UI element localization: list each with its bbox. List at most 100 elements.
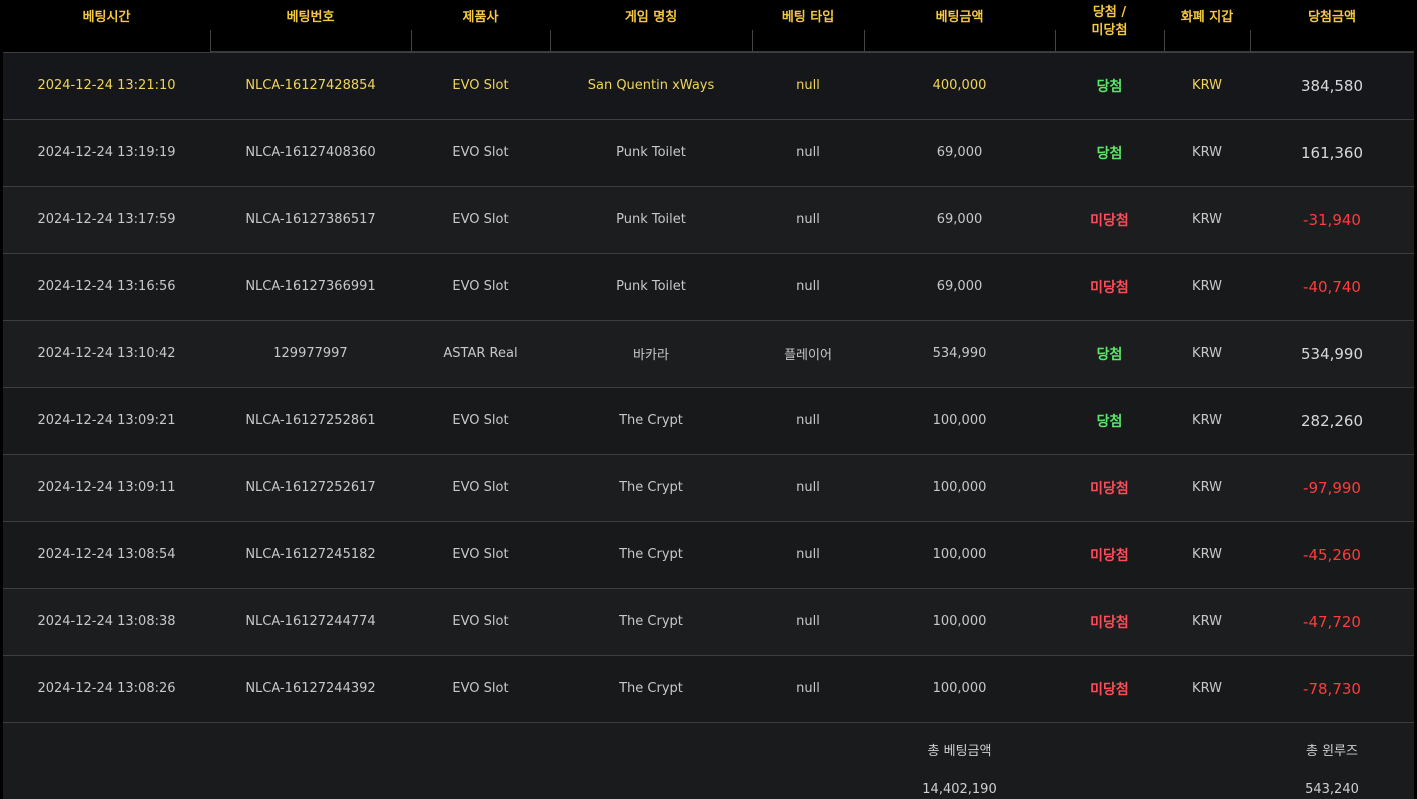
table-row[interactable]: 2024-12-24 13:10:42 129977997 ASTAR Real… <box>3 320 1414 387</box>
header-result-line1: 당첨 / <box>1092 4 1127 20</box>
table-row[interactable]: 2024-12-24 13:21:10 NLCA-16127428854 EVO… <box>3 52 1414 119</box>
cell-bet-amount: 400,000 <box>932 78 987 93</box>
cell-bet-type: null <box>796 614 820 629</box>
cell-result: 당첨 <box>1096 413 1123 430</box>
header-win-amount[interactable]: 당첨금액 <box>1250 0 1414 52</box>
table-row[interactable]: 2024-12-24 13:08:54 NLCA-16127245182 EVO… <box>3 521 1414 588</box>
cell-provider: EVO Slot <box>452 279 509 294</box>
cell-game-name: Punk Toilet <box>616 279 686 294</box>
cell-bet-number: NLCA-16127244392 <box>245 681 376 696</box>
cell-provider: EVO Slot <box>452 413 509 428</box>
total-winlose-cell: 총 윈루즈 543,240 <box>1250 722 1414 799</box>
header-provider[interactable]: 제품사 <box>411 0 550 52</box>
header-bet-type[interactable]: 베팅 타입 <box>752 0 864 52</box>
total-bet-cell: 총 베팅금액 14,402,190 <box>864 722 1055 799</box>
cell-provider: EVO Slot <box>452 145 509 160</box>
cell-game-name: The Crypt <box>619 614 683 629</box>
totals-row: 총 베팅금액 14,402,190 총 윈루즈 543,240 <box>3 722 1414 799</box>
cell-provider: EVO Slot <box>452 212 509 227</box>
cell-bet-amount: 100,000 <box>932 681 987 696</box>
cell-bet-amount: 100,000 <box>932 614 987 629</box>
cell-bet-number: 129977997 <box>273 346 348 361</box>
cell-win-amount: -45,260 <box>1303 545 1361 564</box>
cell-bet-number: NLCA-16127252617 <box>245 480 376 495</box>
cell-game-name: Punk Toilet <box>616 145 686 160</box>
cell-provider: ASTAR Real <box>443 346 518 361</box>
cell-currency: KRW <box>1192 145 1222 160</box>
table-row[interactable]: 2024-12-24 13:09:21 NLCA-16127252861 EVO… <box>3 387 1414 454</box>
header-game-name[interactable]: 게임 명칭 <box>550 0 752 52</box>
cell-result: 미당첨 <box>1090 480 1129 497</box>
table-row[interactable]: 2024-12-24 13:16:56 NLCA-16127366991 EVO… <box>3 253 1414 320</box>
cell-bet-amount: 100,000 <box>932 547 987 562</box>
cell-game-name: San Quentin xWays <box>587 78 715 93</box>
cell-currency: KRW <box>1192 413 1222 428</box>
cell-bet-amount: 100,000 <box>932 480 987 495</box>
total-winlose-value: 543,240 <box>1305 781 1359 797</box>
cell-bet-amount: 69,000 <box>936 279 983 294</box>
table-row[interactable]: 2024-12-24 13:08:38 NLCA-16127244774 EVO… <box>3 588 1414 655</box>
header-currency[interactable]: 화폐 지갑 <box>1164 0 1250 52</box>
table-row[interactable]: 2024-12-24 13:08:26 NLCA-16127244392 EVO… <box>3 655 1414 722</box>
cell-bet-number: NLCA-16127366991 <box>245 279 376 294</box>
cell-provider: EVO Slot <box>452 681 509 696</box>
cell-bet-type: null <box>796 480 820 495</box>
total-bet-value: 14,402,190 <box>922 781 997 797</box>
cell-currency: KRW <box>1192 346 1222 361</box>
cell-bet-amount: 534,990 <box>932 346 987 361</box>
cell-result: 미당첨 <box>1090 212 1129 229</box>
cell-win-amount: 384,580 <box>1300 76 1364 95</box>
cell-bet-time: 2024-12-24 13:10:42 <box>37 346 176 361</box>
cell-bet-amount: 69,000 <box>936 212 983 227</box>
header-bet-time[interactable]: 베팅시간 <box>3 0 210 52</box>
cell-win-amount: -47,720 <box>1303 612 1361 631</box>
cell-win-amount: 534,990 <box>1300 344 1364 363</box>
cell-bet-time: 2024-12-24 13:21:10 <box>37 78 176 93</box>
cell-currency: KRW <box>1192 78 1222 93</box>
cell-bet-time: 2024-12-24 13:19:19 <box>37 145 176 160</box>
cell-currency: KRW <box>1192 212 1222 227</box>
cell-win-amount: 161,360 <box>1300 143 1364 162</box>
header-bet-number[interactable]: 베팅번호 <box>210 0 411 52</box>
cell-bet-time: 2024-12-24 13:17:59 <box>37 212 176 227</box>
table-row[interactable]: 2024-12-24 13:19:19 NLCA-16127408360 EVO… <box>3 119 1414 186</box>
cell-result: 당첨 <box>1096 145 1123 162</box>
cell-provider: EVO Slot <box>452 78 509 93</box>
cell-bet-number: NLCA-16127244774 <box>245 614 376 629</box>
table-header-row: 베팅시간 베팅번호 제품사 게임 명칭 베팅 타입 베팅금액 당첨 / 미당첨 … <box>3 0 1414 52</box>
cell-game-name: Punk Toilet <box>616 212 686 227</box>
cell-result: 미당첨 <box>1090 614 1129 631</box>
header-bet-amount[interactable]: 베팅금액 <box>864 0 1055 52</box>
cell-game-name: 바카라 <box>633 348 669 363</box>
cell-bet-time: 2024-12-24 13:08:38 <box>37 614 176 629</box>
cell-game-name: The Crypt <box>619 413 683 428</box>
bet-history-panel: 베팅시간 베팅번호 제품사 게임 명칭 베팅 타입 베팅금액 당첨 / 미당첨 … <box>0 0 1417 799</box>
cell-bet-number: NLCA-16127428854 <box>245 78 376 93</box>
cell-result: 미당첨 <box>1090 547 1129 564</box>
cell-win-amount: -40,740 <box>1303 277 1361 296</box>
cell-bet-time: 2024-12-24 13:08:26 <box>37 681 176 696</box>
cell-bet-type: null <box>796 413 820 428</box>
cell-provider: EVO Slot <box>452 614 509 629</box>
table-row[interactable]: 2024-12-24 13:17:59 NLCA-16127386517 EVO… <box>3 186 1414 253</box>
cell-bet-type: null <box>796 145 820 160</box>
cell-game-name: The Crypt <box>619 547 683 562</box>
cell-provider: EVO Slot <box>452 480 509 495</box>
cell-bet-number: NLCA-16127386517 <box>245 212 376 227</box>
cell-game-name: The Crypt <box>619 480 683 495</box>
header-result[interactable]: 당첨 / 미당첨 <box>1055 0 1164 52</box>
cell-bet-type: null <box>796 547 820 562</box>
cell-bet-time: 2024-12-24 13:08:54 <box>37 547 176 562</box>
cell-result: 미당첨 <box>1090 681 1129 698</box>
cell-win-amount: 282,260 <box>1300 411 1364 430</box>
table-row[interactable]: 2024-12-24 13:09:11 NLCA-16127252617 EVO… <box>3 454 1414 521</box>
cell-bet-type: null <box>796 681 820 696</box>
cell-provider: EVO Slot <box>452 547 509 562</box>
cell-win-amount: -31,940 <box>1303 210 1361 229</box>
cell-currency: KRW <box>1192 279 1222 294</box>
cell-bet-number: NLCA-16127408360 <box>245 145 376 160</box>
cell-currency: KRW <box>1192 480 1222 495</box>
cell-bet-time: 2024-12-24 13:09:11 <box>37 480 176 495</box>
cell-bet-number: NLCA-16127252861 <box>245 413 376 428</box>
cell-currency: KRW <box>1192 547 1222 562</box>
